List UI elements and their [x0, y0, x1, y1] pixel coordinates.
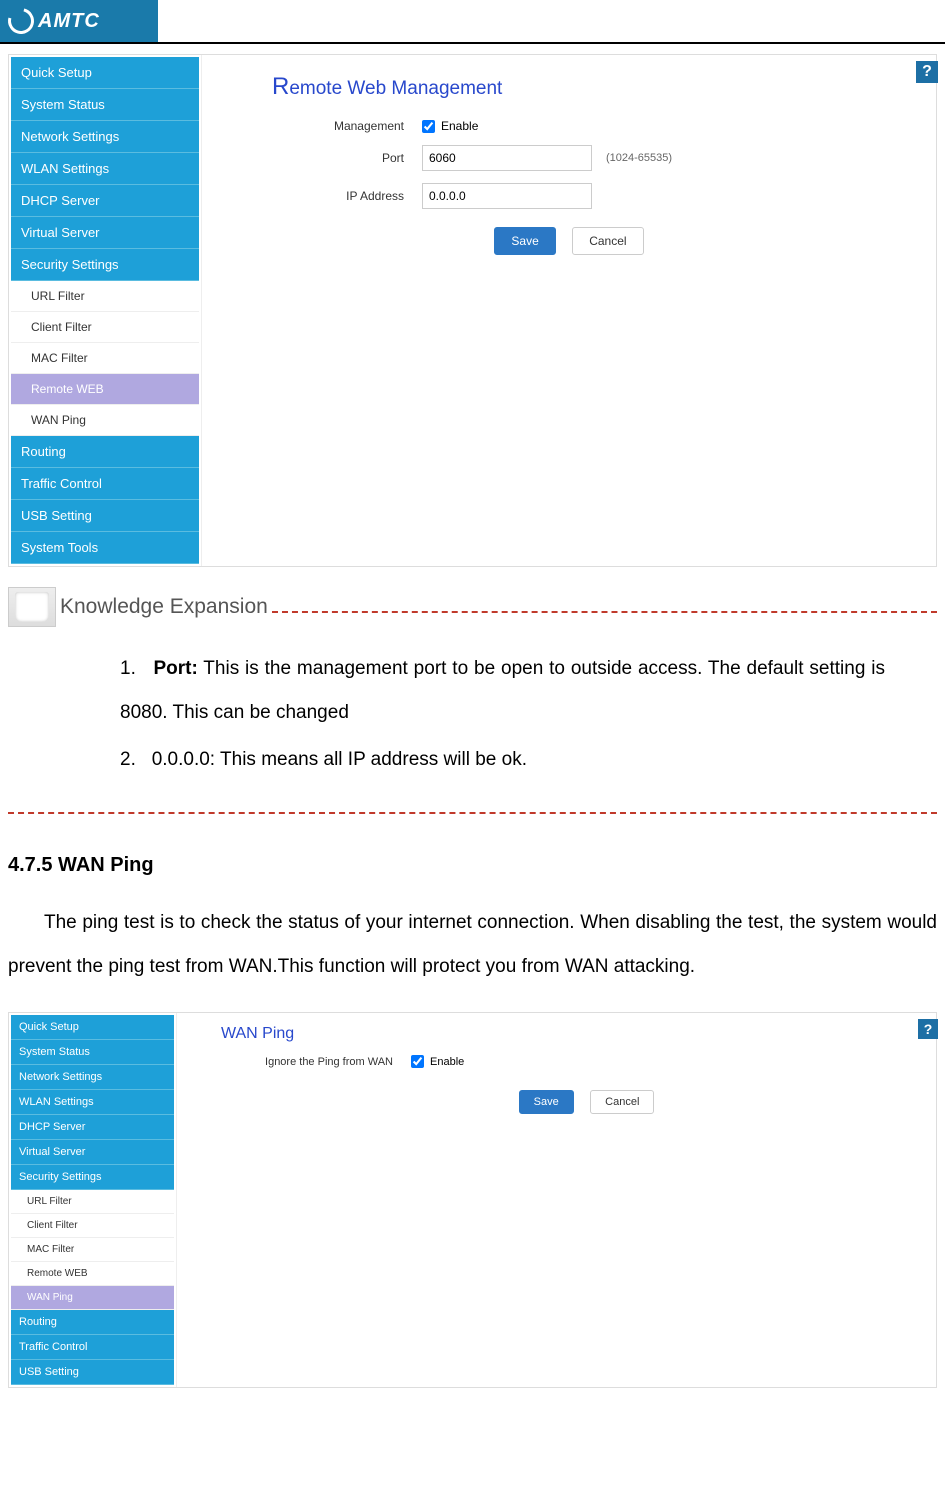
sidebar-sub-url-filter[interactable]: URL Filter — [11, 1190, 174, 1214]
screenshot-wan-ping: Quick Setup System Status Network Settin… — [8, 1012, 937, 1388]
sidebar-item-virtual-server[interactable]: Virtual Server — [11, 1140, 174, 1165]
bold: Port: — [153, 658, 197, 679]
section-body: The ping test is to check the status of … — [8, 901, 937, 988]
knowledge-title: Knowledge Expansion — [60, 595, 268, 619]
sidebar-sub-mac-filter[interactable]: MAC Filter — [11, 1238, 174, 1262]
sidebar: Quick Setup System Status Network Settin… — [9, 55, 202, 566]
content-area: ? WAN Ping Ignore the Ping from WAN Enab… — [177, 1013, 936, 1387]
sidebar-item-quick-setup[interactable]: Quick Setup — [11, 57, 199, 89]
port-hint: (1024-65535) — [606, 152, 672, 164]
num: 2. — [120, 749, 136, 770]
save-button[interactable]: Save — [494, 227, 555, 255]
sidebar-sub-url-filter[interactable]: URL Filter — [11, 281, 199, 312]
screenshot-remote-web: Quick Setup System Status Network Settin… — [8, 54, 937, 567]
sidebar-item-network-settings[interactable]: Network Settings — [11, 1065, 174, 1090]
knowledge-item-2: 2. 0.0.0.0: This means all IP address wi… — [120, 738, 885, 782]
management-label: Management — [222, 119, 422, 133]
sidebar: Quick Setup System Status Network Settin… — [9, 1013, 177, 1387]
sidebar-item-network-settings[interactable]: Network Settings — [11, 121, 199, 153]
enable-checkbox[interactable] — [411, 1055, 424, 1068]
port-label: Port — [222, 151, 422, 165]
sidebar-sub-remote-web[interactable]: Remote WEB — [11, 1262, 174, 1286]
panel-title: WAN Ping — [221, 1025, 922, 1043]
rest: This is the management port to be open t… — [120, 658, 885, 723]
sidebar-item-system-status[interactable]: System Status — [11, 89, 199, 121]
knowledge-item-1: 1. Port: This is the management port to … — [120, 647, 885, 734]
sidebar-item-wlan-settings[interactable]: WLAN Settings — [11, 1090, 174, 1115]
port-input[interactable] — [422, 145, 592, 171]
logo-swirl-icon — [3, 3, 39, 39]
ip-input[interactable] — [422, 183, 592, 209]
logo-text: AMTC — [38, 10, 100, 33]
sidebar-sub-wan-ping[interactable]: WAN Ping — [11, 1286, 174, 1310]
sidebar-sub-mac-filter[interactable]: MAC Filter — [11, 343, 199, 374]
sidebar-item-routing[interactable]: Routing — [11, 436, 199, 468]
sidebar-item-system-tools[interactable]: System Tools — [11, 532, 199, 564]
sidebar-item-virtual-server[interactable]: Virtual Server — [11, 217, 199, 249]
enable-label: Enable — [441, 119, 478, 133]
sidebar-item-quick-setup[interactable]: Quick Setup — [11, 1015, 174, 1040]
sidebar-item-routing[interactable]: Routing — [11, 1310, 174, 1335]
help-icon[interactable]: ? — [916, 61, 938, 83]
cancel-button[interactable]: Cancel — [590, 1090, 654, 1114]
sidebar-sub-client-filter[interactable]: Client Filter — [11, 312, 199, 343]
knowledge-list: 1. Port: This is the management port to … — [120, 647, 885, 782]
sidebar-item-traffic-control[interactable]: Traffic Control — [11, 468, 199, 500]
num: 1. — [120, 658, 136, 679]
sidebar-item-security-settings[interactable]: Security Settings — [11, 249, 199, 281]
section-title: 4.7.5 WAN Ping — [8, 854, 937, 877]
dash-full — [8, 812, 937, 814]
logo-bar: AMTC — [0, 0, 158, 42]
sidebar-item-system-status[interactable]: System Status — [11, 1040, 174, 1065]
rest: 0.0.0.0: This means all IP address will … — [152, 749, 527, 770]
dash-line — [272, 611, 937, 613]
sidebar-item-dhcp-server[interactable]: DHCP Server — [11, 1115, 174, 1140]
cancel-button[interactable]: Cancel — [572, 227, 643, 255]
enable-label: Enable — [430, 1056, 464, 1068]
sidebar-item-traffic-control[interactable]: Traffic Control — [11, 1335, 174, 1360]
ip-label: IP Address — [222, 189, 422, 203]
book-icon — [8, 587, 56, 627]
sidebar-item-dhcp-server[interactable]: DHCP Server — [11, 185, 199, 217]
sidebar-item-wlan-settings[interactable]: WLAN Settings — [11, 153, 199, 185]
sidebar-item-usb-setting[interactable]: USB Setting — [11, 500, 199, 532]
save-button[interactable]: Save — [519, 1090, 574, 1114]
panel-title-rest: emote Web Management — [289, 78, 502, 99]
help-icon[interactable]: ? — [918, 1019, 938, 1039]
sidebar-sub-remote-web[interactable]: Remote WEB — [11, 374, 199, 405]
content-area: ? Remote Web Management Management Enabl… — [202, 55, 936, 566]
enable-checkbox[interactable] — [422, 120, 435, 133]
divider — [0, 42, 945, 44]
knowledge-header: Knowledge Expansion — [8, 587, 937, 627]
sidebar-item-usb-setting[interactable]: USB Setting — [11, 1360, 174, 1385]
panel-title-r: R — [272, 73, 289, 100]
sidebar-item-security-settings[interactable]: Security Settings — [11, 1165, 174, 1190]
panel-title: Remote Web Management — [272, 73, 916, 101]
ignore-label: Ignore the Ping from WAN — [191, 1056, 411, 1068]
sidebar-sub-wan-ping[interactable]: WAN Ping — [11, 405, 199, 436]
sidebar-sub-client-filter[interactable]: Client Filter — [11, 1214, 174, 1238]
